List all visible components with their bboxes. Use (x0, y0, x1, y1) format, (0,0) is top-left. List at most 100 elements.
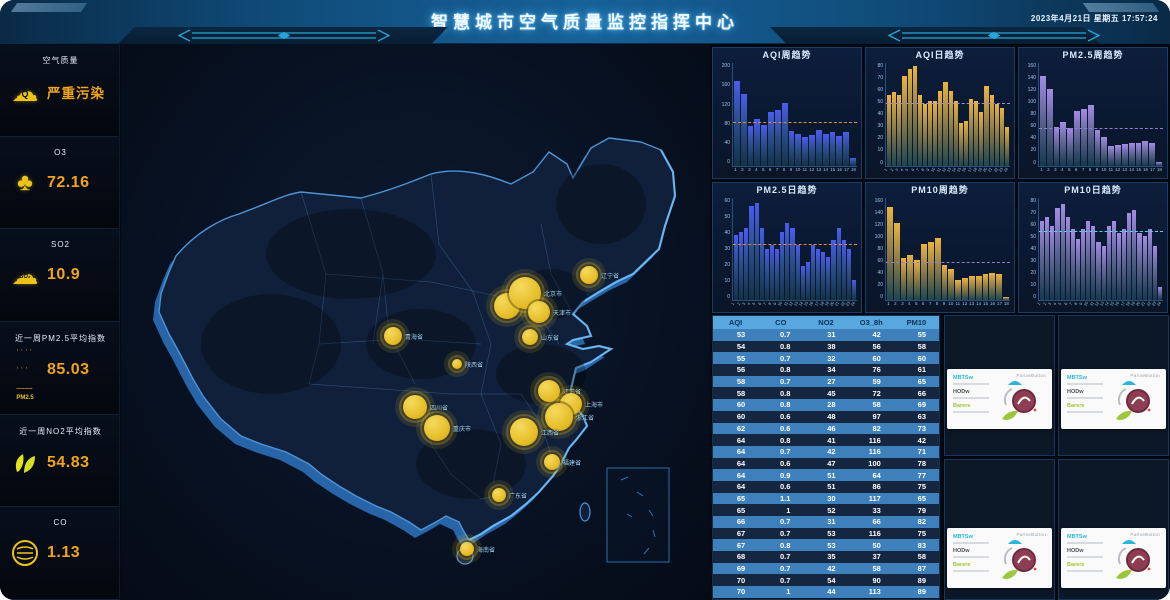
bar (837, 228, 841, 300)
table-row: 660.7316682 (713, 516, 939, 528)
map-bubble[interactable]: 天津市 (528, 301, 550, 323)
bar (1149, 143, 1155, 165)
table-cell: 67 (713, 541, 758, 550)
table-cell: 53 (803, 541, 848, 550)
table-cell: 69 (713, 564, 758, 573)
bar (811, 245, 815, 300)
aqi-gauge-badge (1127, 549, 1149, 571)
table-cell: 37 (849, 552, 894, 561)
table-cell: 1 (758, 587, 803, 596)
umbrella-icon (1122, 381, 1136, 385)
bar (1148, 229, 1152, 300)
table-cell: 0.7 (758, 354, 803, 363)
map-bubble-label: 上海市 (585, 400, 603, 409)
table-cell: 0.7 (758, 564, 803, 573)
table-row: 640.6518675 (713, 481, 939, 493)
bar (969, 276, 975, 300)
table-cell: 0.6 (758, 412, 803, 421)
chart-panel-aqi-day: AQI日趋势8070605040302010012345678910111213… (865, 47, 1015, 179)
card-gauge-cluster (998, 377, 1044, 423)
table-cell: 100 (849, 459, 894, 468)
bar (996, 274, 1002, 300)
bar (1040, 76, 1046, 166)
bar (831, 240, 835, 300)
table-cell: 32 (803, 354, 848, 363)
bar (780, 232, 784, 300)
stat-label: 近一周NO2平均指数 (8, 426, 113, 437)
dashboard-screen: 智慧城市空气质量监控指挥中心 2023年4月21日 星期五 17:57:24 空… (0, 0, 1170, 600)
map-bubble[interactable]: 广东省 (492, 488, 506, 502)
bar (897, 95, 901, 166)
table-cell: 58 (894, 552, 939, 561)
bar (914, 260, 920, 300)
map-bubble[interactable]: 辽宁省 (580, 266, 598, 284)
table-cell: 31 (803, 330, 848, 339)
card-metric-subtitle-bar (1067, 397, 1103, 399)
table-cell: 47 (803, 459, 848, 468)
map-bubble[interactable]: 海南省 (460, 542, 474, 556)
bar (1142, 141, 1148, 165)
chart-panel-aqi-week: AQI周趋势2001601208040012345678910111213141… (712, 47, 862, 179)
y-axis: 80706050403020100 (868, 63, 885, 177)
table-cell: 64 (713, 482, 758, 491)
bar (765, 249, 769, 300)
table-row: 580.8457266 (713, 387, 939, 399)
weather-widget-card: PartveButtonMBTSwHODwBarere (1061, 369, 1166, 429)
table-cell: 45 (803, 389, 848, 398)
table-cell: 58 (849, 400, 894, 409)
widget-cards-grid: PartveButtonMBTSwHODwBarerePartveButtonM… (944, 315, 1169, 600)
bar (770, 245, 774, 300)
bar (806, 262, 810, 300)
table-cell: 62 (713, 424, 758, 433)
map-bubble[interactable]: 四川省 (403, 395, 427, 419)
table-cell: 66 (894, 389, 939, 398)
stat-card-o3: O3 ♣ 72.16 (0, 137, 119, 230)
map-bubble-label: 海南省 (477, 545, 495, 554)
table-cell: 46 (803, 424, 848, 433)
table-row: 640.84111642 (713, 434, 939, 446)
stat-label: 空气质量 (8, 55, 113, 66)
bar (1112, 221, 1116, 300)
bar (785, 223, 789, 300)
charts-grid: AQI周趋势2001601208040012345678910111213141… (712, 47, 1168, 313)
y-axis: 20016012080400 (715, 63, 732, 177)
map-bubble[interactable]: 福建省 (544, 454, 560, 470)
map-bubble[interactable]: 陕西省 (452, 359, 462, 369)
coin-icon (8, 538, 42, 568)
table-cell: 53 (713, 330, 758, 339)
leaf-icon (8, 448, 42, 478)
map-bubble[interactable]: 浙江省 (545, 403, 573, 431)
bar (816, 130, 822, 166)
map-bubble-label: 广东省 (509, 491, 527, 500)
table-cell: 51 (803, 471, 848, 480)
table-row: 600.6489763 (713, 411, 939, 423)
bar (995, 104, 999, 166)
table-cell: 58 (894, 342, 939, 351)
table-cell: 1 (758, 506, 803, 515)
weather-widget-card: PartveButtonMBTSwHODwBarere (947, 369, 1052, 429)
table-cell: 70 (713, 576, 758, 585)
bar (1081, 229, 1085, 300)
table-cell: 72 (849, 389, 894, 398)
table-row: 550.7326060 (713, 352, 939, 364)
bracket-ornament-right (886, 29, 1102, 42)
table-cell: 30 (803, 494, 848, 503)
bar (1086, 221, 1090, 300)
map-bubble[interactable]: 山东省 (522, 329, 538, 345)
map-bubble[interactable]: 江苏省 (538, 380, 560, 402)
bar (1122, 229, 1126, 300)
map-bubble[interactable]: 重庆市 (424, 415, 450, 441)
map-bubble-label: 山东省 (541, 333, 559, 342)
stat-label: SO2 (8, 240, 113, 249)
bar (755, 203, 759, 300)
map-bubble[interactable]: 青海省 (384, 327, 402, 345)
map-bubble[interactable]: 江西省 (510, 418, 538, 446)
map-bubble-layer: 青海省陕西省四川省重庆市河北省北京市天津市山东省辽宁省江苏省上海市浙江省江西省福… (121, 44, 710, 600)
table-cell: 59 (849, 377, 894, 386)
table-cell: 67 (713, 529, 758, 538)
table-cell: 0.7 (758, 529, 803, 538)
y-axis: 160140120100806040200 (1021, 63, 1038, 177)
bar (933, 101, 937, 165)
table-cell: 63 (894, 412, 939, 421)
bar (1136, 143, 1142, 165)
